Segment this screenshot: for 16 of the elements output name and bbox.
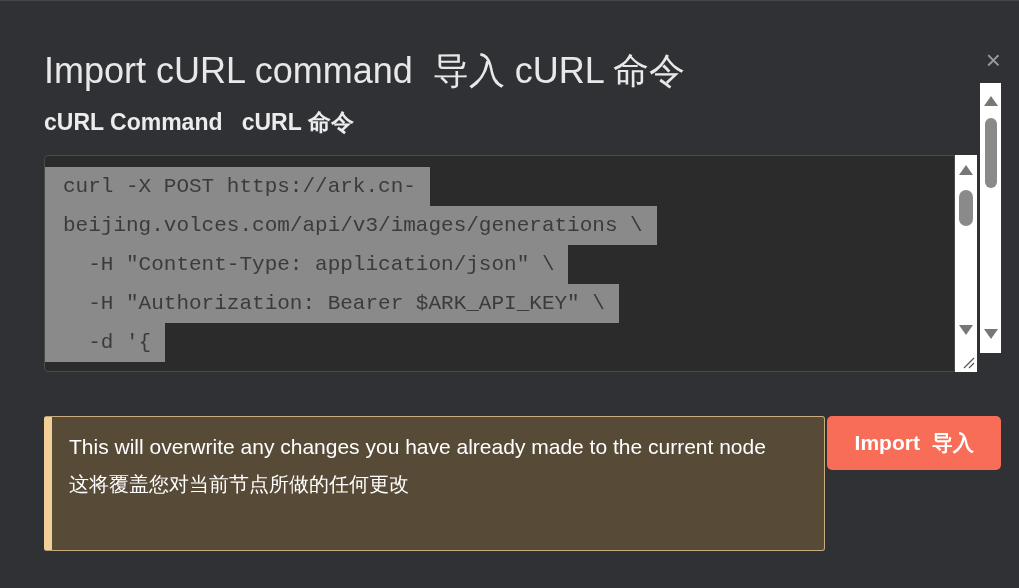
scrollbar[interactable] [980,83,1001,353]
field-label: cURL Command cURL 命令 [44,108,355,137]
import-button[interactable]: Import 导入 [827,416,1001,470]
scroll-thumb[interactable] [959,190,973,226]
scroll-down-icon[interactable] [959,325,973,335]
scroll-thumb[interactable] [985,118,997,188]
scrollbar[interactable] [955,155,977,372]
scroll-up-icon[interactable] [959,165,973,175]
resize-handle-icon[interactable] [963,357,975,369]
warning-text: This will overwrite any changes you have already made to the current node [69,434,767,460]
command-text-area[interactable]: curl -X POST https://ark.cn- beijing.volces.com/api/v3/images/generations \ -H "Content-Type: application/json" \ -H "Authorization: Bearer $ARK_API_KEY" \ -d '{ [44,155,955,372]
scroll-down-icon[interactable] [984,329,998,339]
close-button[interactable]: × [985,47,1001,73]
warning-text: 这将覆盖您对当前节点所做的任何更改 [69,472,410,497]
dialog-title: Import cURL command 导入 cURL 命令 [44,49,686,93]
scroll-up-icon[interactable] [984,96,998,106]
